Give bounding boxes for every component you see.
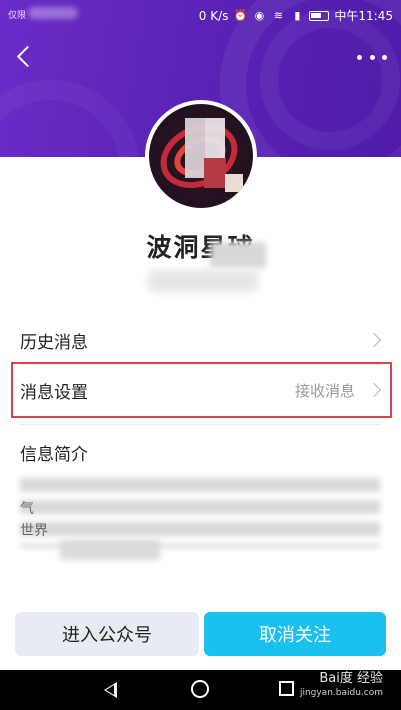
avatar <box>145 100 257 212</box>
intro-line: 气 <box>20 501 34 517</box>
intro-text: 气 世界 <box>20 476 382 542</box>
intro-line: 世界 <box>20 523 48 539</box>
intro-title: 信息简介 <box>20 445 88 465</box>
watermark-main: Bai度 经验 <box>319 671 383 686</box>
intro-line <box>20 476 382 498</box>
subtitle-blur <box>148 270 258 292</box>
battery-icon <box>309 10 330 21</box>
highlight-box <box>11 362 392 418</box>
status-bar: 仅限 0 K/s ⏰ ◉ ≋ ▮ 中午11:45 <box>0 0 401 30</box>
name-blur <box>210 242 266 268</box>
history-messages-label: 历史消息 <box>20 332 88 353</box>
history-messages-row[interactable]: 历史消息 <box>0 316 401 364</box>
signal-icon: ▮ <box>294 8 301 22</box>
status-time: 中午11:45 <box>334 9 393 23</box>
alarm-icon: ⏰ <box>233 8 248 22</box>
nav-home-icon[interactable] <box>191 680 209 698</box>
watermark-sub: jingyan.baidu.com <box>299 688 383 698</box>
net-speed: 0 K/s <box>198 8 229 23</box>
nav-recent-icon[interactable] <box>279 681 294 696</box>
wifi-icon: ≋ <box>273 8 284 22</box>
unfollow-button[interactable]: 取消关注 <box>204 612 386 656</box>
more-icon[interactable] <box>357 48 387 66</box>
enter-account-button[interactable]: 进入公众号 <box>15 612 199 656</box>
chevron-right-icon <box>366 332 382 348</box>
divider <box>20 424 381 425</box>
nav-back-icon[interactable] <box>104 682 117 698</box>
back-icon[interactable] <box>12 42 42 72</box>
eye-icon: ◉ <box>254 8 265 22</box>
carrier-label: 仅限 <box>8 11 27 21</box>
watermark: Bai度 经验 jingyan.baidu.com <box>300 672 383 700</box>
